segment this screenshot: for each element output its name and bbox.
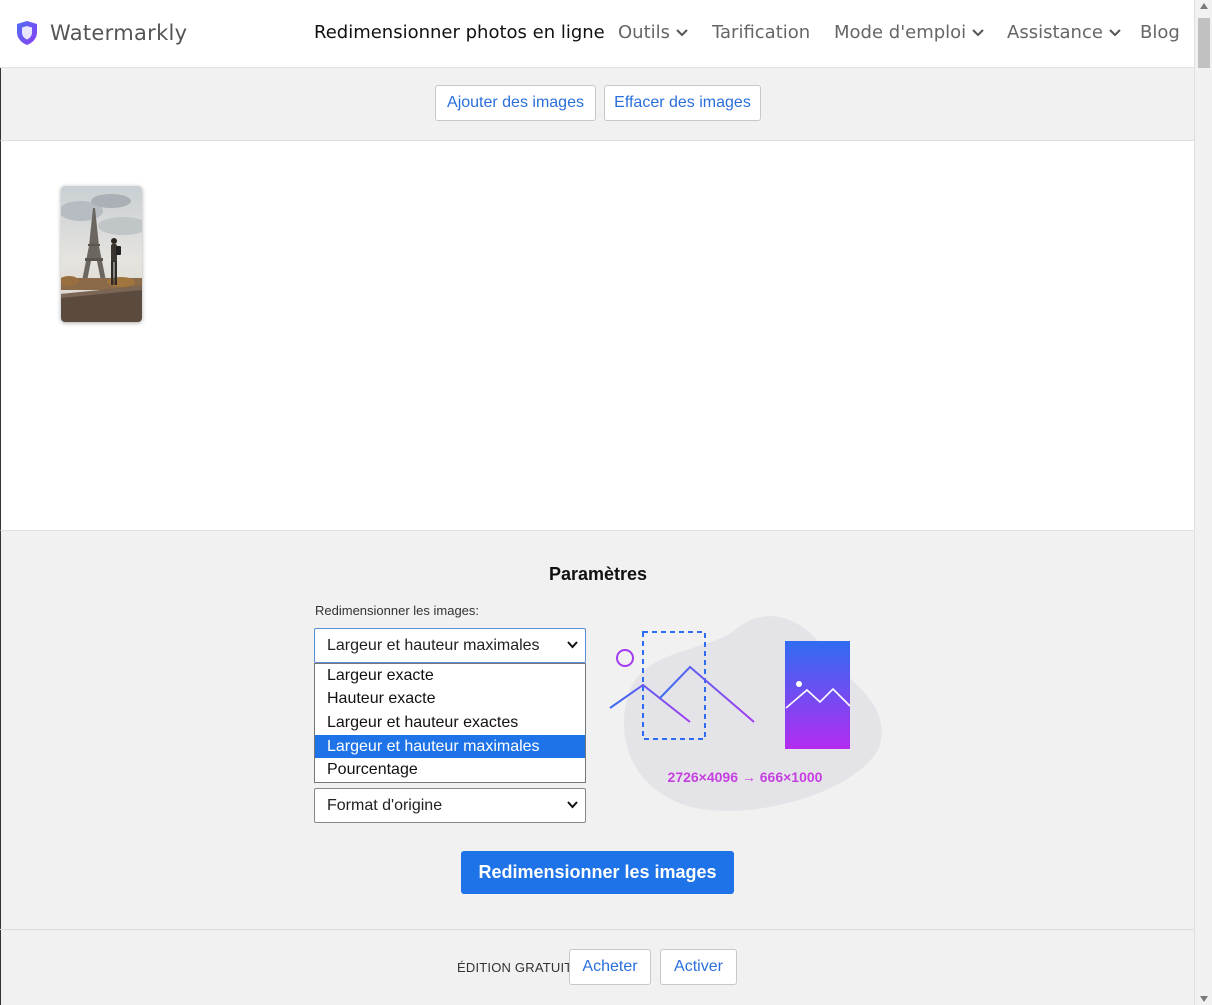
resize-mode-select[interactable]: Largeur et hauteur maximales [314,628,586,663]
scroll-up-icon[interactable] [1200,3,1208,9]
top-header: Watermarkly Redimensionner photos en lig… [0,0,1194,68]
format-select[interactable]: Format d'origine [314,788,586,823]
footer-divider [0,929,1194,930]
dropdown-option[interactable]: Hauteur exacte [315,688,585,712]
page-scrollbar[interactable] [1194,0,1212,1005]
nav-item-mode-emploi[interactable]: Mode d'emploi [834,22,984,43]
resize-mode-value: Largeur et hauteur maximales [327,636,540,654]
format-value: Format d'origine [327,796,443,814]
eiffel-photo-image [61,186,142,322]
activate-button[interactable]: Activer [660,949,737,985]
settings-panel: Paramètres Redimensionner les images: [0,531,1194,1005]
nav-item-blog[interactable]: Blog [1140,22,1180,43]
chevron-down-icon [676,28,688,36]
chevron-down-icon [567,641,578,649]
nav-item-resize[interactable]: Redimensionner photos en ligne [314,22,605,43]
image-toolbar: Ajouter des images Effacer des images [0,68,1194,141]
dimensions-readout: 2726×4096 → 666×1000 [667,769,823,785]
resize-field-label: Redimensionner les images: [315,603,480,618]
dropdown-option[interactable]: Largeur et hauteur exactes [315,711,585,735]
dropdown-option[interactable]: Largeur exacte [315,664,585,688]
dropdown-option-selected[interactable]: Largeur et hauteur maximales [315,734,585,759]
main-nav: Redimensionner photos en ligne Outils Ta… [0,22,1194,48]
add-images-button[interactable]: Ajouter des images [435,85,596,121]
nav-item-label: Blog [1140,22,1180,43]
nav-item-label: Outils [618,22,671,43]
nav-item-assistance[interactable]: Assistance [1007,22,1121,43]
nav-item-outils[interactable]: Outils [618,22,688,43]
chevron-down-icon [1109,28,1121,36]
clear-images-button[interactable]: Effacer des images [604,85,761,121]
edition-label: ÉDITION GRATUIT [457,960,573,975]
image-workspace [0,141,1194,531]
nav-item-label: Redimensionner photos en ligne [314,22,605,43]
settings-title: Paramètres [548,564,648,584]
resize-mode-dropdown: Largeur exacte Hauteur exacte Largeur et… [314,663,586,783]
chevron-down-icon [567,801,578,809]
scrollbar-thumb[interactable] [1198,18,1210,68]
image-thumbnail[interactable] [61,186,142,322]
buy-button[interactable]: Acheter [569,949,651,985]
nav-item-label: Mode d'emploi [834,22,967,43]
nav-item-label: Tarification [712,22,811,43]
dropdown-option[interactable]: Pourcentage [315,758,585,782]
resize-images-button[interactable]: Redimensionner les images [461,851,734,894]
nav-item-label: Assistance [1007,22,1103,43]
chevron-down-icon [972,28,984,36]
scroll-down-icon[interactable] [1200,996,1208,1002]
nav-item-tarification[interactable]: Tarification [712,22,810,43]
